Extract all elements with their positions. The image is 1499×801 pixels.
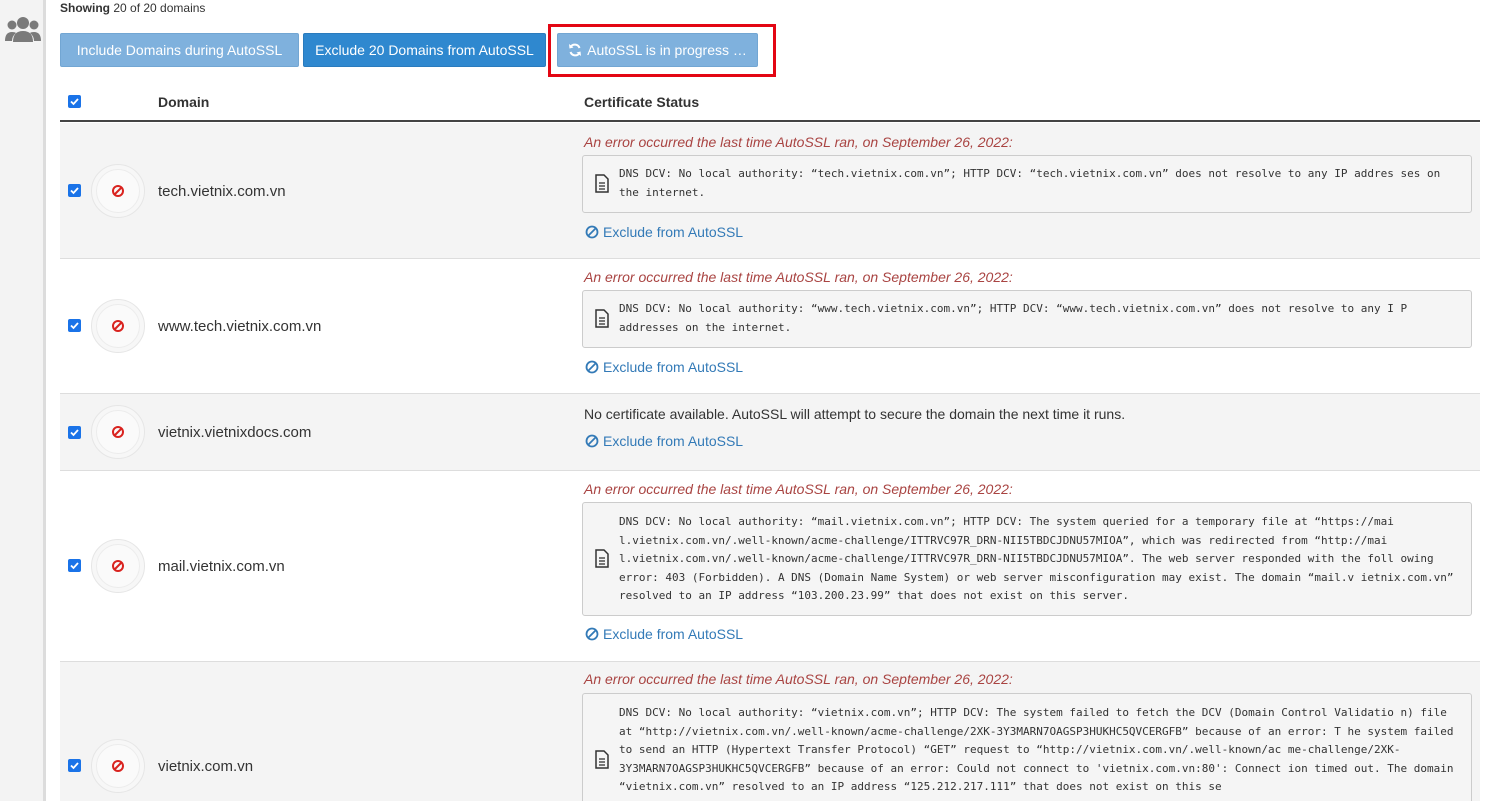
header-domain[interactable]: Domain [158,94,209,110]
table-row: mail.vietnix.com.vn An error occurred th… [60,471,1480,662]
header-certificate-status[interactable]: Certificate Status [584,94,699,110]
document-icon [595,309,609,328]
error-message: DNS DCV: No local authority: “vietnix.co… [619,706,1454,793]
row-checkbox[interactable] [68,559,81,572]
document-icon [595,750,609,769]
domain-name: www.tech.vietnix.com.vn [158,318,322,335]
error-message-box: DNS DCV: No local authority: “mail.vietn… [582,502,1472,616]
exclude-domains-button[interactable]: Exclude 20 Domains from AutoSSL [303,33,546,67]
ban-icon [585,434,599,448]
ban-icon [585,225,599,239]
exclude-link-label: Exclude from AutoSSL [603,433,744,449]
error-message: DNS DCV: No local authority: “mail.vietn… [619,515,1454,602]
domain-name: vietnix.vietnixdocs.com [158,424,312,441]
domain-name: vietnix.com.vn [158,758,254,775]
exclude-from-autossl-link[interactable]: Exclude from AutoSSL [585,626,743,642]
certificate-status-text: No certificate available. AutoSSL will a… [584,406,1126,422]
ban-icon [585,627,599,641]
table-header: Domain Certificate Status [60,84,1480,122]
highlight-annotation [548,24,776,77]
error-message-box: DNS DCV: No local authority: “vietnix.co… [582,693,1472,801]
row-checkbox[interactable] [68,426,81,439]
exclude-from-autossl-link[interactable]: Exclude from AutoSSL [585,224,743,240]
status-badge [91,164,145,218]
error-title: An error occurred the last time AutoSSL … [584,134,1013,150]
status-badge [91,539,145,593]
error-title: An error occurred the last time AutoSSL … [584,671,1013,687]
table-row: vietnix.com.vn An error occurred the las… [60,662,1480,801]
ban-icon [112,560,124,572]
ban-icon [112,760,124,772]
showing-count: Showing 20 of 20 domains [60,1,206,15]
status-badge [91,405,145,459]
error-message: DNS DCV: No local authority: “tech.vietn… [619,167,1441,199]
ban-icon [585,360,599,374]
table-row: tech.vietnix.com.vn An error occurred th… [60,123,1480,259]
error-message-box: DNS DCV: No local authority: “www.tech.v… [582,290,1472,348]
error-title: An error occurred the last time AutoSSL … [584,481,1013,497]
exclude-link-label: Exclude from AutoSSL [603,224,744,240]
exclude-from-autossl-link[interactable]: Exclude from AutoSSL [585,433,743,449]
include-domains-button[interactable]: Include Domains during AutoSSL [60,33,299,67]
ban-icon [112,426,124,438]
ban-icon [112,185,124,197]
row-checkbox[interactable] [68,759,81,772]
table-row: vietnix.vietnixdocs.com No certificate a… [60,394,1480,471]
row-checkbox[interactable] [68,319,81,332]
document-icon [595,174,609,193]
row-checkbox[interactable] [68,184,81,197]
domain-name: mail.vietnix.com.vn [158,558,285,575]
error-message: DNS DCV: No local authority: “www.tech.v… [619,302,1408,334]
select-all-checkbox[interactable] [68,95,81,108]
ban-icon [112,320,124,332]
document-icon [595,549,609,568]
users-icon[interactable] [5,14,41,44]
domain-name: tech.vietnix.com.vn [158,183,286,200]
left-sidebar [0,0,46,801]
status-badge [91,299,145,353]
exclude-from-autossl-link[interactable]: Exclude from AutoSSL [585,359,743,375]
status-badge [91,739,145,793]
exclude-link-label: Exclude from AutoSSL [603,626,744,642]
table-row: www.tech.vietnix.com.vn An error occurre… [60,259,1480,394]
error-title: An error occurred the last time AutoSSL … [584,269,1013,285]
error-message-box: DNS DCV: No local authority: “tech.vietn… [582,155,1472,213]
exclude-link-label: Exclude from AutoSSL [603,359,744,375]
